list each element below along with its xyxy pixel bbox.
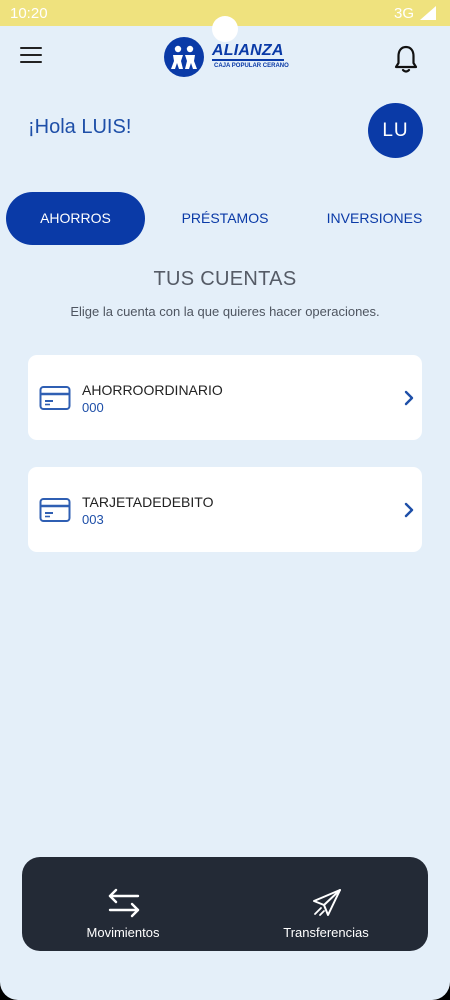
paper-plane-icon: [313, 889, 341, 916]
alianza-logo: ALIANZA CAJA POPULAR CERANO: [164, 37, 289, 77]
nav-movimientos[interactable]: Movimientos: [43, 857, 203, 951]
bottom-navigation: Movimientos Transferencias: [22, 857, 428, 951]
signal-icon: [420, 6, 436, 20]
chevron-right-icon: [404, 390, 414, 406]
greeting-text: ¡Hola LUIS!: [28, 116, 132, 138]
nav-label: Transferencias: [283, 925, 369, 940]
notification-bell-icon[interactable]: [393, 44, 419, 74]
nav-label: Movimientos: [86, 925, 160, 940]
nav-transferencias[interactable]: Transferencias: [246, 857, 406, 951]
user-avatar[interactable]: LU: [368, 103, 423, 158]
status-network: 3G: [393, 5, 414, 22]
swap-arrows-icon: [108, 888, 140, 918]
section-subtitle: Elige la cuenta con la que quieres hacer…: [70, 304, 380, 319]
account-number: 003: [82, 512, 104, 527]
credit-card-icon: [39, 386, 71, 410]
account-number: 000: [82, 400, 104, 415]
app-screen: 10:20 3G ALIANZA CAJA POPULAR CERANO ¡Ho…: [0, 0, 450, 1000]
hamburger-menu-icon[interactable]: [20, 47, 42, 65]
status-time: 10:20: [10, 5, 48, 22]
tab-prestamos[interactable]: PRÉSTAMOS: [170, 192, 280, 245]
section-title: TUS CUENTAS: [153, 268, 297, 290]
account-card[interactable]: TARJETADEDEBITO 003: [28, 467, 422, 552]
account-name: TARJETADEDEBITO: [82, 494, 214, 510]
logo-subtitle: CAJA POPULAR CERANO: [214, 63, 289, 69]
logo-wordmark: ALIANZA: [212, 42, 284, 61]
tab-ahorros[interactable]: AHORROS: [6, 192, 145, 245]
credit-card-icon: [39, 498, 71, 522]
tab-inversiones[interactable]: INVERSIONES: [322, 192, 427, 245]
chevron-right-icon: [404, 502, 414, 518]
logo-emblem-icon: [164, 37, 204, 77]
account-card[interactable]: AHORROORDINARIO 000: [28, 355, 422, 440]
account-name: AHORROORDINARIO: [82, 382, 223, 398]
